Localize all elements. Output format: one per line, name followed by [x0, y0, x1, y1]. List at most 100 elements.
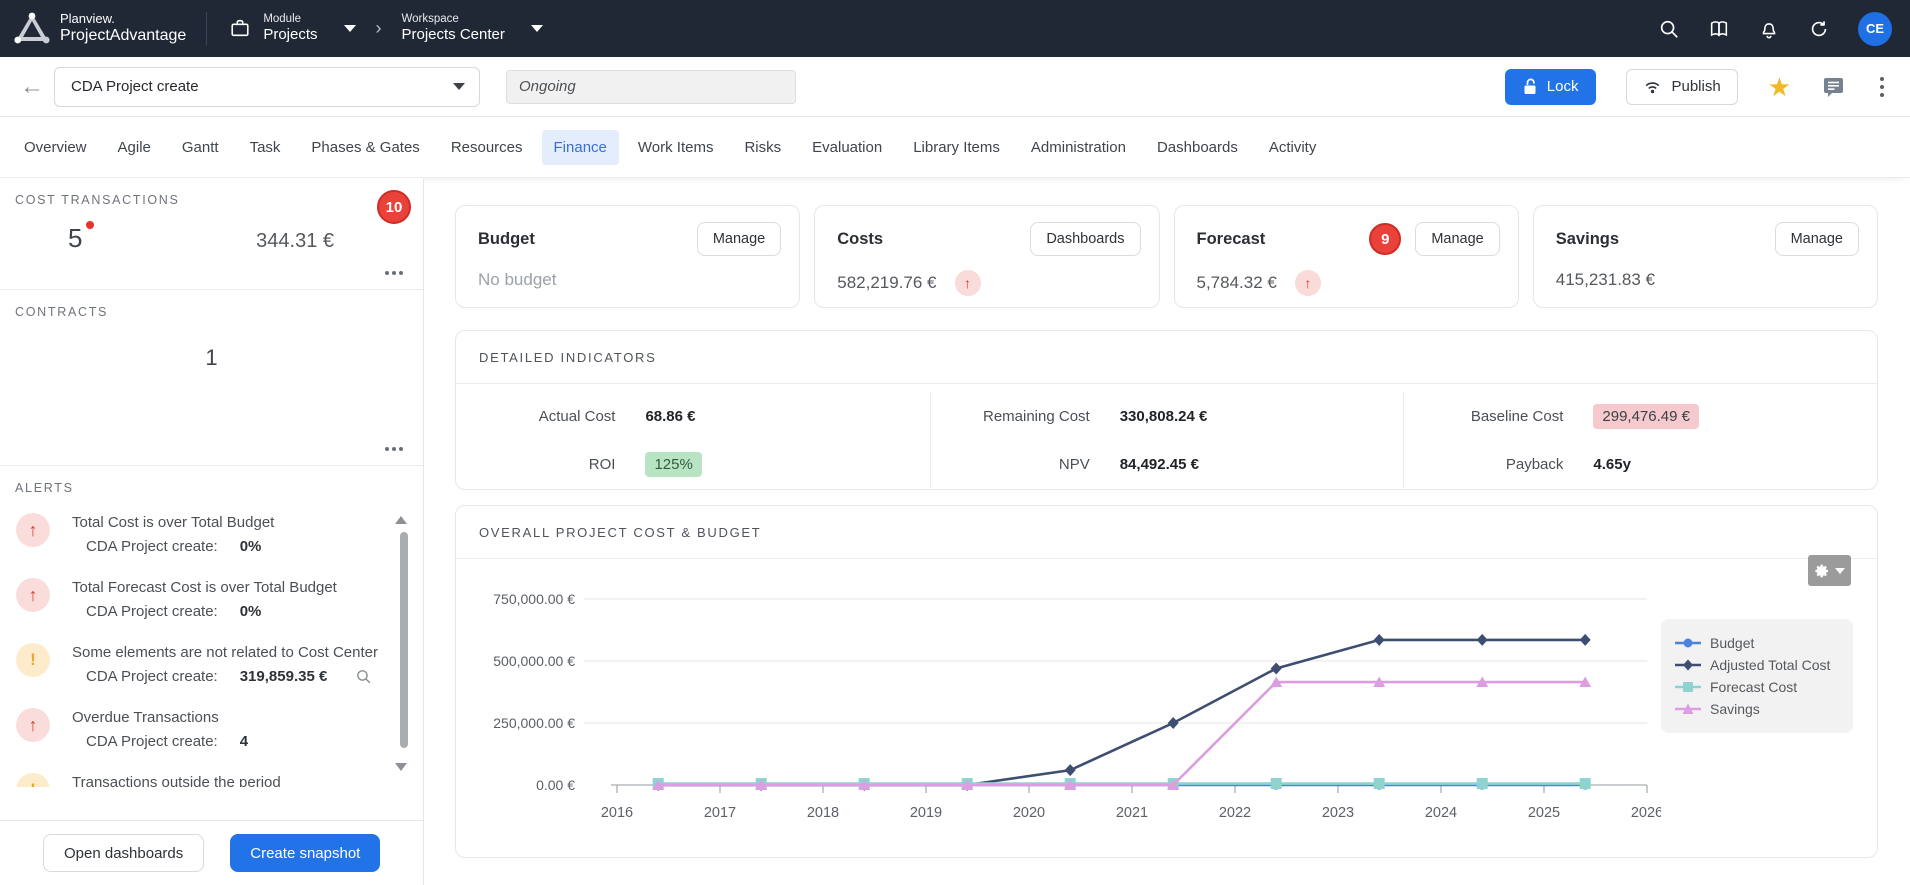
alert-detail-value: 319,859.35 €: [240, 668, 328, 685]
module-selector[interactable]: Module Projects: [229, 13, 355, 45]
brand-line1: Planview.: [60, 12, 186, 27]
y-tick-label: 0.00 €: [536, 777, 575, 793]
search-icon[interactable]: [1658, 18, 1680, 40]
workspace-label: Workspace: [402, 13, 505, 27]
tab-task[interactable]: Task: [238, 130, 293, 165]
project-select[interactable]: CDA Project create: [54, 67, 480, 107]
tab-gantt[interactable]: Gantt: [170, 130, 231, 165]
card-budget: BudgetManageNo budget: [455, 205, 800, 308]
tab-work-items[interactable]: Work Items: [626, 130, 726, 165]
workspace-selector[interactable]: Workspace Projects Center: [402, 13, 543, 45]
workspace-caret-icon: [531, 25, 543, 32]
briefcase-icon: [229, 17, 251, 39]
favorite-star-icon[interactable]: ★: [1768, 74, 1791, 100]
alert-title: Some elements are not related to Cost Ce…: [72, 641, 378, 661]
open-dashboards-button[interactable]: Open dashboards: [43, 834, 204, 872]
tab-overview[interactable]: Overview: [12, 130, 99, 165]
publish-button[interactable]: Publish: [1626, 69, 1737, 105]
legend-marker-square: [1675, 680, 1701, 694]
brand-line2: ProjectAdvantage: [60, 27, 186, 45]
alert-search-icon[interactable]: [355, 668, 372, 685]
tab-resources[interactable]: Resources: [439, 130, 535, 165]
alerts-scrollbar-thumb[interactable]: [400, 532, 408, 748]
tab-administration[interactable]: Administration: [1019, 130, 1138, 165]
card-savings-manage-button[interactable]: Manage: [1775, 222, 1859, 256]
card-costs-dashboards-button[interactable]: Dashboards: [1030, 222, 1140, 256]
marker-diamond: [1580, 634, 1591, 646]
marker-square: [1580, 778, 1591, 789]
x-tick-label: 2016: [601, 805, 633, 821]
unlocked-padlock-icon: [1523, 78, 1538, 95]
indicator-label: Payback: [1404, 456, 1593, 473]
tab-agile[interactable]: Agile: [106, 130, 163, 165]
planview-triangle-icon: [14, 12, 50, 44]
indicator-npv: NPV84,492.45 €: [930, 440, 1404, 488]
comments-feed-icon[interactable]: [1821, 75, 1846, 99]
alert-detail-label: CDA Project create:: [86, 668, 218, 685]
tab-risks[interactable]: Risks: [732, 130, 793, 165]
back-arrow-icon[interactable]: ←: [20, 73, 44, 101]
breadcrumb-chevron-icon: ›: [376, 18, 382, 39]
alert-detail-value: 4: [240, 733, 248, 750]
notifications-bell-icon[interactable]: [1758, 18, 1780, 40]
scroll-up-arrow[interactable]: [395, 516, 407, 524]
cost-transactions-badge: 10: [377, 190, 411, 224]
card-forecast-value: 5,784.32 €: [1197, 273, 1277, 293]
indicator-remaining-cost: Remaining Cost330,808.24 €: [930, 392, 1404, 440]
contracts-menu[interactable]: [381, 443, 407, 455]
tab-dashboards[interactable]: Dashboards: [1145, 130, 1250, 165]
card-forecast-manage-button[interactable]: Manage: [1415, 222, 1499, 256]
contracts-section: CONTRACTS 1: [0, 290, 423, 466]
detailed-indicators-panel: DETAILED INDICATORS Actual Cost68.86 €Re…: [455, 330, 1878, 490]
publish-broadcast-icon: [1643, 79, 1662, 95]
chart-legend: BudgetAdjusted Total CostForecast CostSa…: [1661, 619, 1853, 733]
alert-overdue-transactions: ↑Overdue TransactionsCDA Project create:…: [0, 702, 423, 767]
documentation-book-icon[interactable]: [1708, 18, 1730, 40]
create-snapshot-button[interactable]: Create snapshot: [230, 834, 380, 872]
indicator-value: 84,492.45 €: [1120, 456, 1199, 473]
tab-phases-gates[interactable]: Phases & Gates: [299, 130, 431, 165]
x-tick-label: 2019: [910, 805, 942, 821]
scroll-down-arrow[interactable]: [395, 763, 407, 771]
indicator-label: Baseline Cost: [1404, 408, 1593, 425]
legend-label: Savings: [1710, 701, 1760, 717]
legend-marker-triangle: [1675, 702, 1701, 716]
card-savings-title: Savings: [1556, 230, 1775, 249]
indicator-actual-cost: Actual Cost68.86 €: [456, 392, 930, 440]
planview-logo[interactable]: Planview. ProjectAdvantage: [0, 12, 186, 45]
alert-title: Total Forecast Cost is over Total Budget: [72, 576, 337, 596]
refresh-icon[interactable]: [1808, 18, 1830, 40]
tab-activity[interactable]: Activity: [1257, 130, 1329, 165]
tab-evaluation[interactable]: Evaluation: [800, 130, 894, 165]
cost-transactions-amount: 344.31 €: [256, 230, 334, 253]
legend-label: Forecast Cost: [1710, 679, 1797, 695]
legend-marker-circle: [1675, 636, 1701, 650]
trend-up-icon: ↑: [1295, 270, 1321, 296]
alert-critical-arrow-icon: ↑: [16, 578, 50, 612]
marker-diamond: [1477, 634, 1488, 646]
indicator-label: Remaining Cost: [931, 408, 1120, 425]
card-savings: SavingsManage415,231.83 €: [1533, 205, 1878, 308]
cost-transactions-count: 5: [68, 223, 82, 254]
alert-title: Transactions outside the period: [72, 771, 281, 787]
tab-finance[interactable]: Finance: [542, 130, 619, 165]
chart-settings-button[interactable]: [1808, 555, 1851, 586]
card-budget-manage-button[interactable]: Manage: [697, 222, 781, 256]
marker-square: [1374, 778, 1385, 789]
project-status-field[interactable]: Ongoing: [506, 70, 796, 104]
legend-marker-diamond: [1675, 658, 1701, 672]
project-header-bar: ← CDA Project create Ongoing Lock Publis…: [0, 57, 1910, 117]
finance-sidebar: COST TRANSACTIONS 10 5 344.31 € CONTRACT…: [0, 178, 424, 885]
publish-button-label: Publish: [1671, 78, 1720, 95]
lock-button[interactable]: Lock: [1505, 69, 1597, 105]
more-options-kebab-icon[interactable]: [1876, 73, 1888, 101]
alert-total-forecast-cost-is-over-total-budget: ↑ Total Forecast Cost is over Total Budge…: [0, 572, 423, 637]
alert-detail: CDA Project create:4: [72, 726, 248, 750]
tab-library-items[interactable]: Library Items: [901, 130, 1012, 165]
y-tick-label: 250,000.00 €: [493, 715, 575, 731]
legend-label: Adjusted Total Cost: [1710, 657, 1830, 673]
card-budget-value: No budget: [478, 270, 556, 290]
user-avatar[interactable]: CE: [1858, 12, 1892, 46]
overall-cost-budget-panel: OVERALL PROJECT COST & BUDGET 0.00 €250,…: [455, 505, 1878, 858]
cost-transactions-menu[interactable]: [381, 267, 407, 279]
